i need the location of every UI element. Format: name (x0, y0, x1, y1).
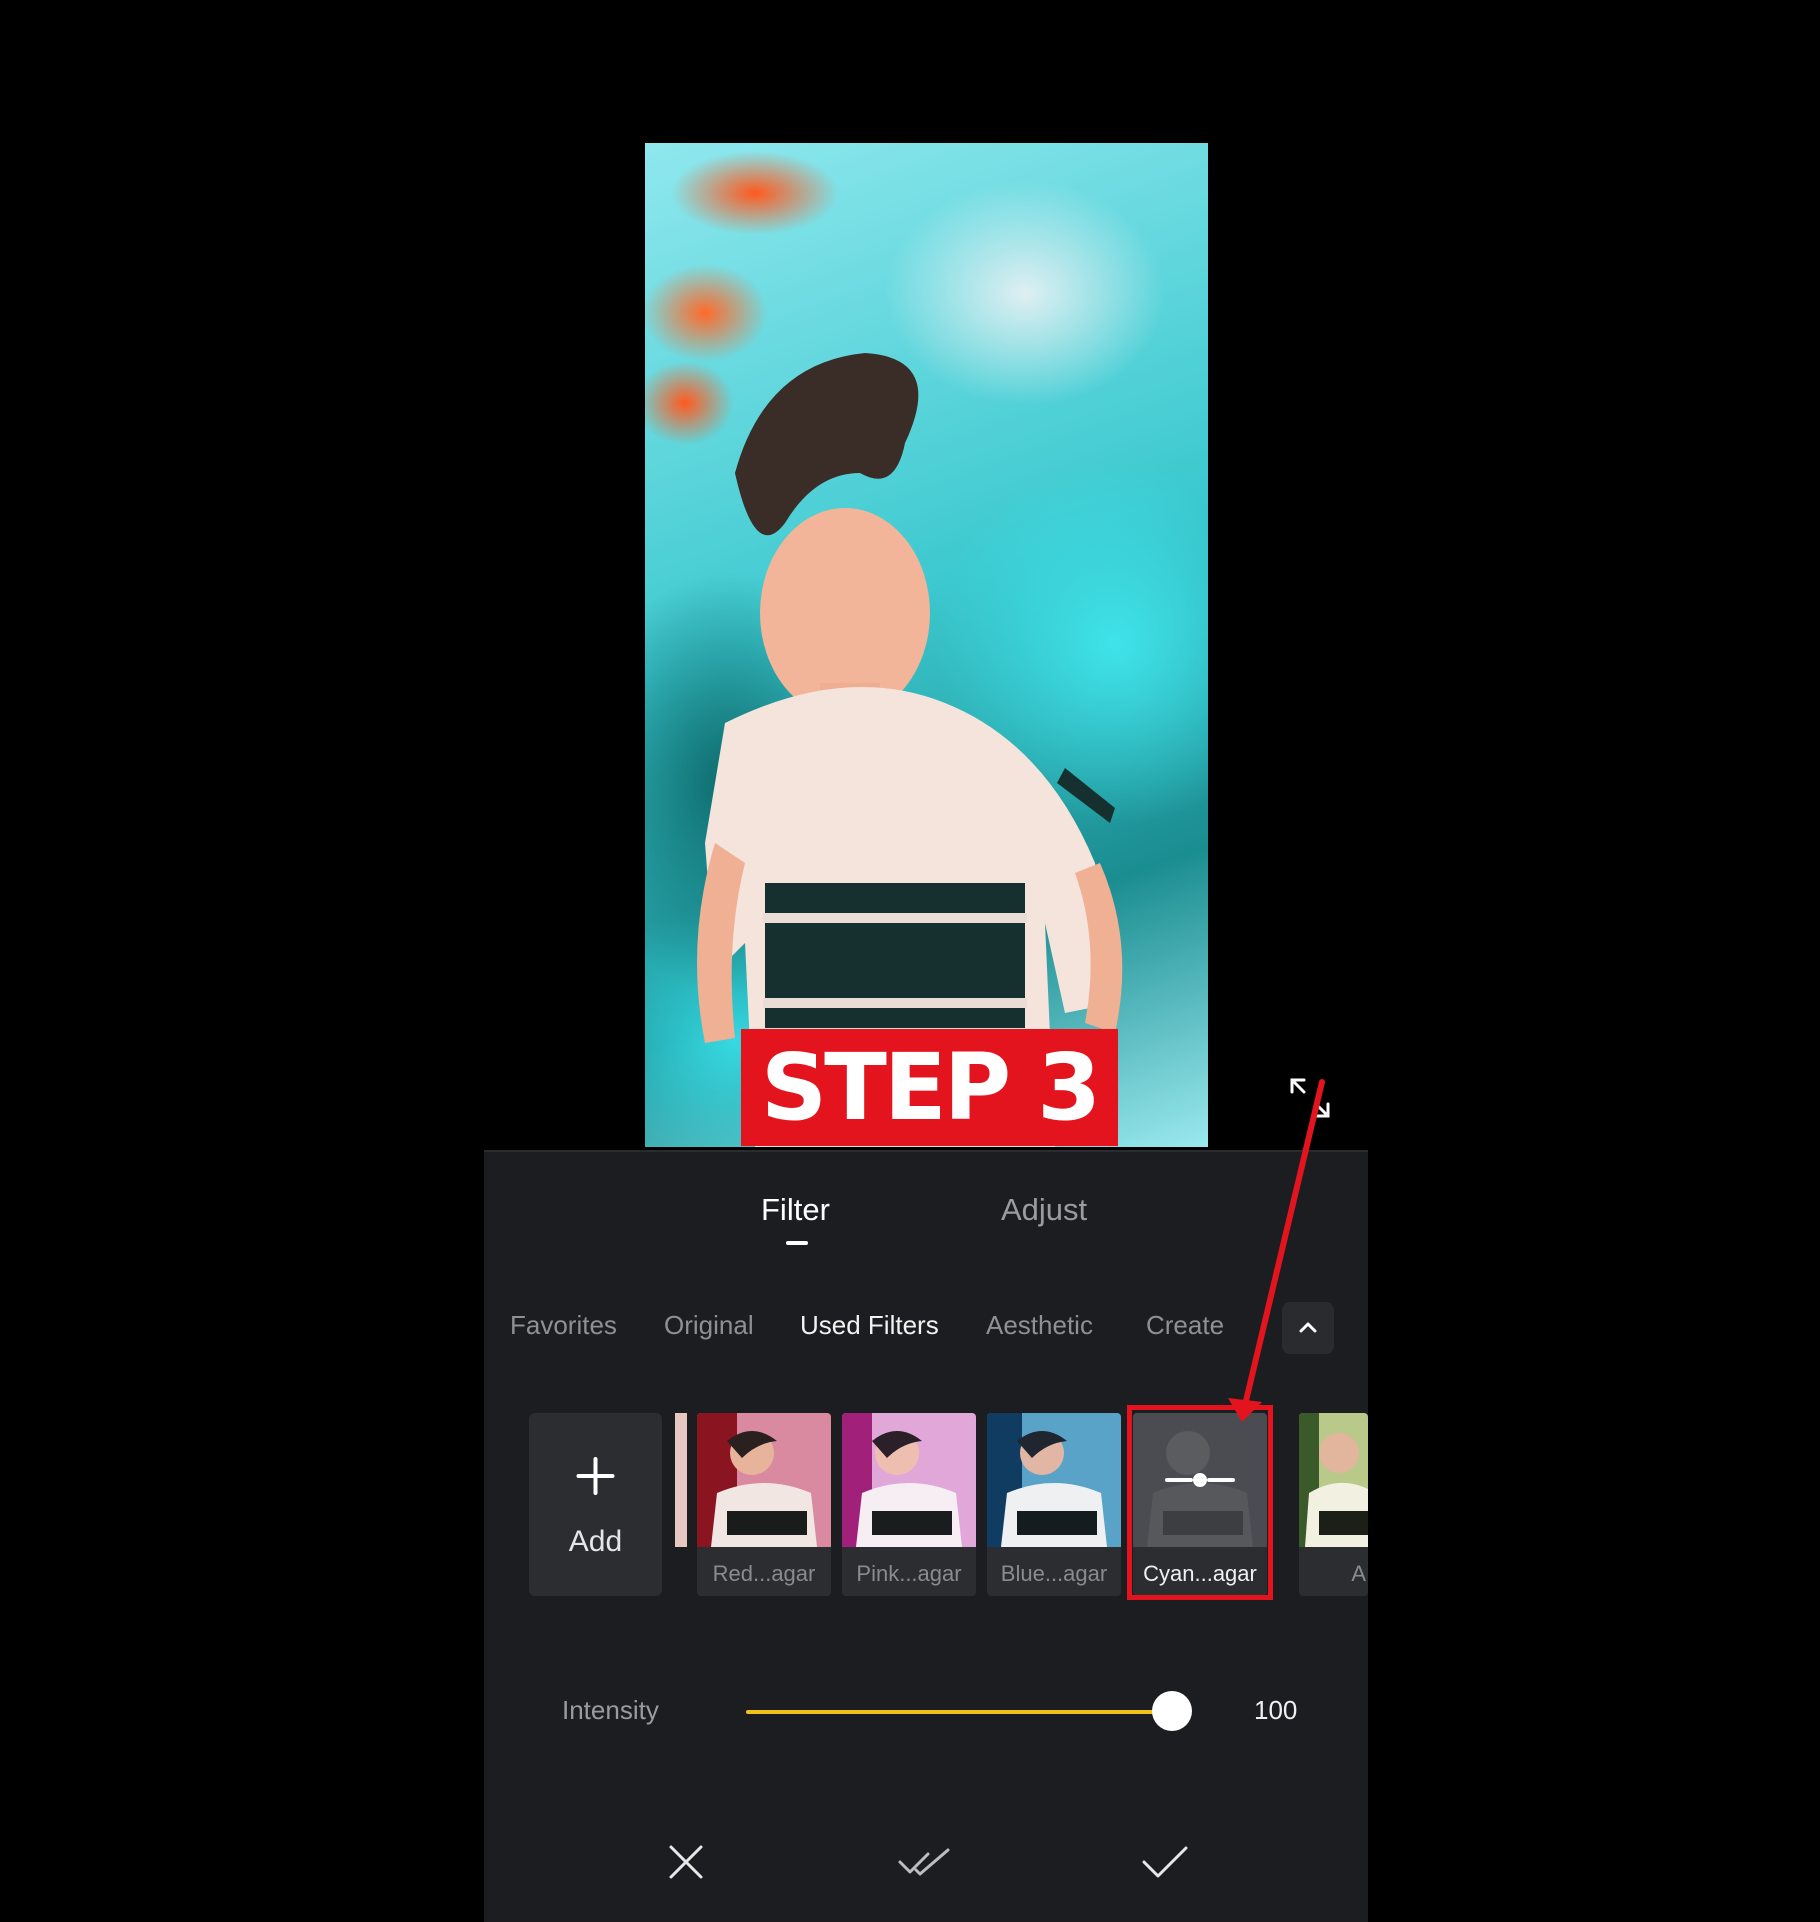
expand-icon[interactable] (1288, 1076, 1332, 1120)
apply-all-icon[interactable] (894, 1832, 954, 1892)
filter-thumbnail-partial (675, 1413, 687, 1547)
filter-panel: Filter Adjust Favorites Original Used Fi… (484, 1150, 1368, 1922)
category-create[interactable]: Create (1146, 1310, 1224, 1341)
intensity-slider-thumb[interactable] (1152, 1691, 1192, 1731)
category-used-filters[interactable]: Used Filters (800, 1310, 939, 1341)
filter-thumbnail (842, 1413, 976, 1547)
tab-filter[interactable]: Filter (761, 1192, 830, 1228)
tab-adjust[interactable]: Adjust (1001, 1192, 1087, 1228)
photo-preview (645, 143, 1208, 1147)
category-aesthetic[interactable]: Aesthetic (986, 1310, 1093, 1341)
person-figure (697, 353, 1123, 1147)
filter-categories: Favorites Original Used Filters Aestheti… (484, 1310, 1368, 1370)
close-icon[interactable] (656, 1832, 716, 1892)
category-favorites[interactable]: Favorites (510, 1310, 617, 1341)
filter-label: Red...agar (712, 1561, 816, 1586)
add-label: Add (568, 1525, 623, 1558)
filter-thumbnail (1299, 1413, 1368, 1547)
filter-tile-partial[interactable]: A (1299, 1413, 1368, 1596)
collapse-button[interactable] (1282, 1302, 1334, 1354)
active-tab-indicator (786, 1241, 808, 1245)
panel-tabs: Filter Adjust (484, 1192, 1368, 1262)
step-banner: STEP 3 (741, 1029, 1118, 1146)
category-original[interactable]: Original (664, 1310, 754, 1341)
filter-label: A (1351, 1561, 1366, 1586)
add-filter-button[interactable]: Add (529, 1413, 662, 1596)
filter-thumbnail (987, 1413, 1121, 1547)
chevron-up-icon (1299, 1322, 1317, 1333)
filter-tile-red[interactable]: Red...agar (697, 1413, 831, 1596)
intensity-value: 100 (1254, 1695, 1298, 1725)
check-icon[interactable] (1134, 1832, 1194, 1892)
filter-tile-pink[interactable]: Pink...agar (842, 1413, 976, 1596)
filter-tile-blue[interactable]: Blue...agar (987, 1413, 1121, 1596)
selection-highlight (1127, 1405, 1273, 1600)
filter-thumbnail (697, 1413, 831, 1547)
plus-icon (576, 1457, 615, 1495)
intensity-label: Intensity (562, 1695, 659, 1725)
filter-label: Blue...agar (1000, 1561, 1108, 1586)
intensity-slider-track[interactable] (746, 1710, 1174, 1714)
filter-label: Pink...agar (856, 1561, 962, 1586)
